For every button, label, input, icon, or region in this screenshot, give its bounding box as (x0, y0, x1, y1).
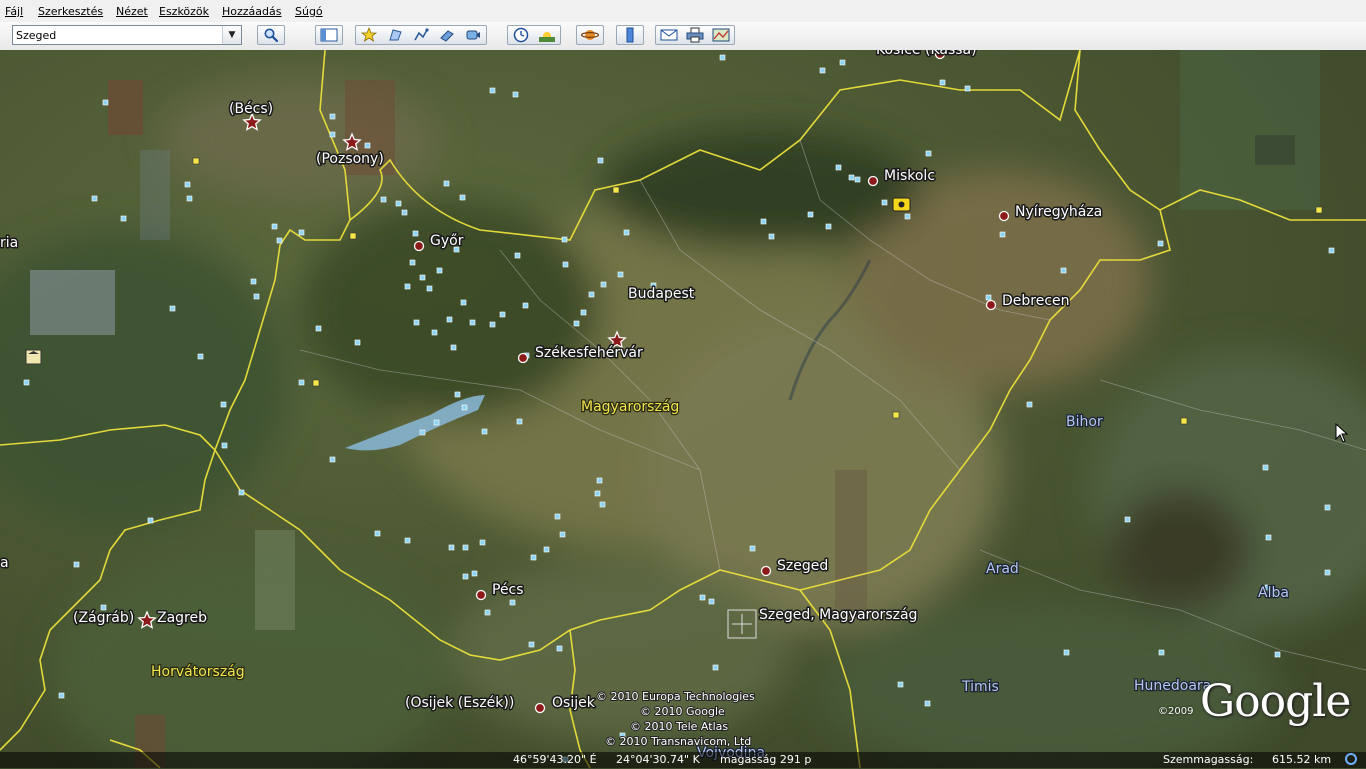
menu-tools[interactable]: Eszközök (159, 5, 209, 18)
city-label-osijek-eszek[interactable]: (Osijek (Eszék)) (404, 694, 516, 713)
copyright-line-2: © 2010 Google (640, 705, 725, 718)
view-in-maps-icon[interactable] (708, 26, 734, 44)
toolbar: ▼ (0, 22, 1366, 51)
sidebar-toggle-button[interactable] (315, 25, 343, 45)
chevron-down-icon[interactable]: ▼ (222, 26, 241, 44)
menu-edit[interactable]: Szerkesztés (38, 5, 103, 18)
copyright-line-4: © 2010 Transnavicom, Ltd (605, 735, 751, 748)
historical-imagery-icon[interactable] (508, 26, 534, 44)
image-overlay-icon[interactable] (434, 26, 460, 44)
planets-button[interactable] (576, 25, 604, 45)
city-label-osijek[interactable]: Osijek (551, 694, 598, 713)
city-label-becs[interactable]: (Bécs) (228, 100, 275, 119)
sidebar-icon (316, 26, 342, 44)
city-label-szekesfehervar[interactable]: Székesfehérvár (534, 344, 645, 363)
menu-view[interactable]: Nézet (116, 5, 148, 18)
city-label-miskolc[interactable]: Miskolc (883, 167, 937, 186)
search-combobox[interactable]: ▼ (12, 25, 242, 45)
menu-bar: Fájl Szerkesztés Nézet Eszközök Hozzáadá… (0, 0, 1366, 23)
szeged-marker[interactable] (760, 565, 772, 577)
polygon-icon[interactable] (382, 26, 408, 44)
szekesfehervar-marker[interactable] (517, 352, 529, 364)
region-label-arad: Arad (986, 561, 1019, 577)
copyright-line-3: © 2010 Tele Atlas (630, 720, 728, 733)
city-label-debrecen[interactable]: Debrecen (1001, 292, 1072, 311)
path-icon[interactable] (408, 26, 434, 44)
email-icon[interactable] (656, 26, 682, 44)
share-tools-group (655, 25, 735, 45)
add-tools-group (355, 25, 487, 45)
sunlight-icon[interactable] (534, 26, 560, 44)
print-icon[interactable] (682, 26, 708, 44)
gyor-marker[interactable] (413, 240, 425, 252)
status-bar: 46°59'43.20" É 24°04'30.74" K magasság 2… (0, 752, 1366, 768)
city-label-pozsony[interactable]: (Pozsony) (315, 150, 386, 169)
map-view[interactable]: Budapest Miskolc Nyíregyháza Debrecen Gy… (0, 50, 1366, 768)
search-result-label[interactable]: Szeged, Magyarország (758, 606, 919, 625)
region-label-alba: Alba (1258, 585, 1289, 601)
edge-label-austria: ria (0, 235, 18, 251)
city-label-gyor[interactable]: Győr (429, 232, 466, 251)
satellite-imagery[interactable]: Budapest Miskolc Nyíregyháza Debrecen Gy… (0, 50, 1366, 768)
debrecen-marker[interactable] (985, 299, 997, 311)
region-label-timis: Timis (961, 679, 999, 695)
ruler-button[interactable] (616, 25, 644, 45)
city-label-nyiregyhaza[interactable]: Nyíregyháza (1014, 203, 1104, 222)
placemark-icon[interactable] (356, 26, 382, 44)
search-input[interactable] (13, 26, 224, 44)
menu-file[interactable]: Fájl (5, 5, 23, 18)
planets-icon (577, 26, 603, 44)
osijek-marker[interactable] (534, 702, 546, 714)
city-label-szeged[interactable]: Szeged (776, 557, 830, 576)
city-label-zagrab[interactable]: (Zágráb) (72, 609, 136, 628)
pecs-marker[interactable] (475, 589, 487, 601)
history-tools-group (507, 25, 561, 45)
ruler-icon (617, 26, 643, 44)
latitude-readout: 46°59'43.20" É (513, 753, 597, 766)
miskolc-marker[interactable] (867, 175, 879, 187)
menu-help[interactable]: Súgó (295, 5, 323, 18)
search-button[interactable] (257, 25, 285, 45)
google-logo: Google (1200, 676, 1351, 727)
elevation-readout: magasság 291 p (720, 753, 812, 766)
city-label-budapest[interactable]: Budapest (627, 285, 697, 304)
eye-altitude-value: 615.52 km (1272, 753, 1332, 766)
mouse-cursor-icon (1335, 423, 1349, 443)
streaming-indicator-icon (1344, 752, 1358, 769)
country-label-hungary: Magyarország (581, 399, 679, 415)
eye-altitude-label: Szemmagasság: (1163, 753, 1254, 766)
nyiregyhaza-marker[interactable] (998, 210, 1010, 222)
city-label-zagreb[interactable]: Zagreb (156, 609, 209, 628)
record-tour-icon[interactable] (460, 26, 486, 44)
region-label-bihor: Bihor (1066, 414, 1103, 430)
menu-add[interactable]: Hozzáadás (222, 5, 282, 18)
edge-label-slovenia: a (0, 555, 9, 571)
logo-year: ©2009 (1158, 706, 1194, 717)
longitude-readout: 24°04'30.74" K (616, 753, 700, 766)
search-icon (258, 26, 284, 44)
country-label-croatia: Horvátország (151, 664, 245, 680)
city-label-kosice[interactable]: Kosice (Kassa) (875, 50, 979, 60)
copyright-line-1: © 2010 Europa Technologies (596, 690, 755, 703)
city-label-pecs[interactable]: Pécs (491, 581, 526, 600)
